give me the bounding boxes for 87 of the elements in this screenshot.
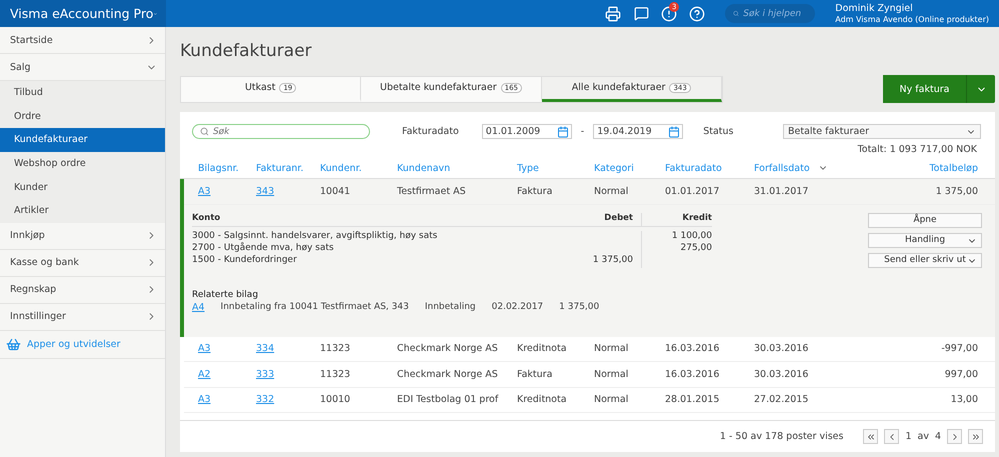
app-title: Visma eAccounting Pro (10, 6, 154, 21)
ledger-cell-text: 2700 - Utgående mva, høy sats (192, 243, 335, 255)
sidebar-item[interactable]: Kundefakturaer (0, 128, 165, 152)
sidebar-item[interactable]: Kunder (0, 175, 165, 199)
search-icon (200, 127, 209, 136)
company-name: Adm Visma Avendo (Online produkter) (835, 15, 989, 24)
calendar-icon[interactable] (668, 126, 680, 138)
search-box[interactable]: Søk (192, 124, 370, 139)
related-cell: Innbetaling fra 10041 Testfirmaet AS, 343 (220, 302, 409, 312)
table-cell-text: 997,00 (944, 368, 978, 380)
table-cell-text: Normal (594, 368, 630, 380)
new-invoice-button[interactable]: Ny faktura (883, 75, 967, 103)
table-cell-text: Normal (594, 186, 630, 197)
action-button[interactable]: Send eller skriv ut (868, 252, 982, 268)
search-icon (733, 9, 740, 18)
table-cell-text: Faktura (517, 186, 554, 197)
total-amount: Totalt: 1 093 717,00 NOK (856, 143, 978, 157)
table-cell-text: Kreditnota (517, 394, 568, 406)
sidebar-item[interactable]: Tilbud (0, 81, 165, 105)
table-cell-text: 28.01.2015 (665, 394, 720, 406)
related-cell: Innbetaling (424, 302, 476, 312)
alert-icon (661, 6, 678, 22)
help-search-box[interactable]: Søk i hjelpen (725, 4, 816, 23)
table-cell-text: 30.03.2016 (754, 368, 810, 380)
date-separator: - (580, 126, 584, 137)
table-cell-text: Testfirmaet AS (397, 186, 467, 197)
date-field[interactable]: 01.01.2009 (482, 124, 572, 139)
ledger-cell-text: 3000 - Salgsinnt. handelsvarer, avgiftspliktig, høy sats (192, 230, 438, 242)
basket-icon (6, 336, 21, 352)
ledger-cell: 1 375,00 (582, 255, 642, 268)
table-cell-text: Normal (594, 394, 630, 406)
table-cell-text: 16.03.2016 (665, 368, 720, 380)
table-cell-text: Checkmark Norge AS (397, 368, 499, 380)
related-cell: 1 375,00 (559, 302, 600, 312)
next-page-button[interactable] (947, 429, 962, 444)
ledger-header: Debet (582, 212, 642, 226)
sidebar-section[interactable]: Innstillinger (0, 304, 165, 331)
table-cell-text: 10010 (320, 394, 352, 406)
ledger-header: Kredit (642, 212, 712, 226)
previous-page-button[interactable] (884, 429, 900, 444)
related-title: Relaterte bilag (192, 290, 260, 300)
sidebar-section[interactable]: Innkjøp (0, 222, 165, 250)
table-cell-text: 13,00 (950, 394, 978, 406)
sidebar-section[interactable]: Regnskap (0, 276, 165, 304)
page-count: 4 (934, 431, 941, 442)
table-cell-text: Faktura (517, 368, 554, 380)
action-button[interactable]: Handling (868, 232, 982, 248)
user-name: Dominik Zyngiel (835, 3, 914, 14)
action-button[interactable]: Åpne (868, 212, 982, 228)
status-select[interactable]: Betalte fakturaer (783, 124, 981, 139)
status-label: Status (703, 126, 734, 137)
last-page-button[interactable] (968, 429, 983, 444)
sidebar-item[interactable]: Ordre (0, 104, 165, 128)
table-cell-text: Normal (594, 343, 630, 354)
date-field[interactable]: 19.04.2019 (593, 124, 684, 139)
pagination-summary: 1 - 50 av 178 poster vises (720, 431, 844, 442)
table-cell-text: 10041 (320, 186, 352, 197)
table-cell-text: Checkmark Norge AS (397, 343, 499, 354)
table-cell-text: 01.01.2017 (665, 186, 720, 197)
related-cell: 02.02.2017 (492, 302, 544, 312)
ledger-header: Konto (192, 212, 582, 226)
table-cell-text: -997,00 (940, 343, 978, 354)
help-search-field[interactable]: Søk i hjelpen (743, 8, 808, 18)
calendar-icon[interactable] (556, 126, 569, 138)
page-number: 1 (905, 431, 912, 442)
table-cell-text: 27.02.2015 (754, 394, 810, 406)
table-cell-text: 16.03.2016 (665, 343, 720, 354)
first-page-icon (866, 432, 876, 442)
sidebar-item[interactable]: Artikler (0, 198, 165, 223)
table-cell-text: 11323 (320, 368, 352, 380)
sidebar-section[interactable]: Kasse og bank (0, 250, 165, 277)
table-cell-text: EDI Testbolag 01 prof (397, 394, 500, 406)
page-title: Kundefakturaer (180, 41, 313, 61)
last-page-icon (970, 432, 980, 442)
date-label: Fakturadato (402, 126, 459, 137)
table-cell-text: Kreditnota (517, 343, 568, 354)
sidebar-item[interactable]: Webshop ordre (0, 152, 165, 176)
table-cell-text: 31.01.2017 (754, 186, 810, 197)
ledger-cell-text: 1500 - Kundefordringer (192, 255, 298, 268)
ledger-cell-text: 275,00 (680, 243, 712, 255)
table-row[interactable] (180, 179, 995, 336)
page-of-label: av (918, 431, 929, 442)
table-cell-text: 30.03.2016 (754, 343, 810, 354)
table-cell-text: 1 375,00 (934, 186, 978, 197)
ledger-cell-text: 1 100,00 (670, 230, 712, 243)
first-page-button[interactable] (863, 429, 878, 444)
table-cell-text: 11323 (320, 343, 352, 354)
